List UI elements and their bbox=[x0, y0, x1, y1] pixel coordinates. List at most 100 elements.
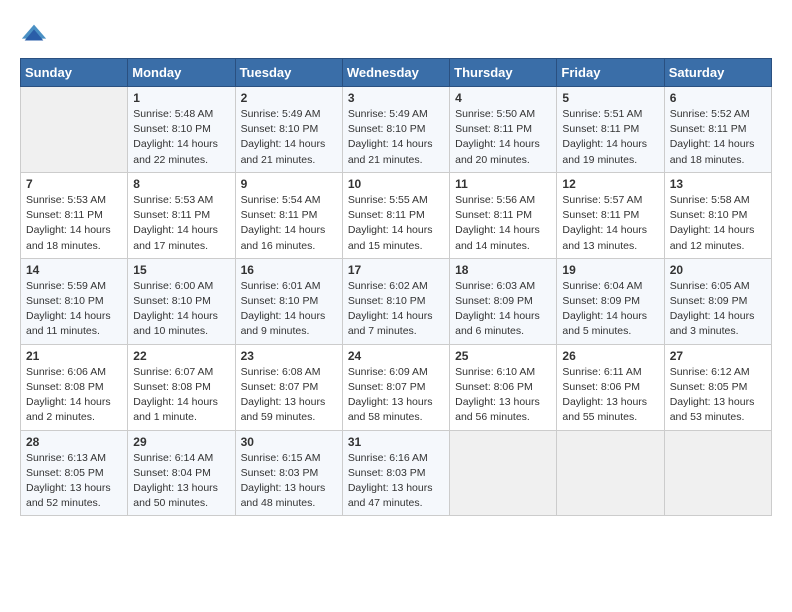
page-header bbox=[20, 20, 772, 48]
day-content: Sunrise: 6:09 AM Sunset: 8:07 PM Dayligh… bbox=[348, 365, 444, 426]
cell-w4-d6: 26 Sunrise: 6:11 AM Sunset: 8:06 PM Dayli… bbox=[557, 344, 664, 430]
day-content: Sunrise: 6:15 AM Sunset: 8:03 PM Dayligh… bbox=[241, 451, 337, 512]
day-content: Sunrise: 6:03 AM Sunset: 8:09 PM Dayligh… bbox=[455, 279, 551, 340]
day-content: Sunrise: 6:16 AM Sunset: 8:03 PM Dayligh… bbox=[348, 451, 444, 512]
day-number: 12 bbox=[562, 177, 658, 191]
header-monday: Monday bbox=[128, 59, 235, 87]
cell-w1-d1 bbox=[21, 87, 128, 173]
cell-w3-d1: 14 Sunrise: 5:59 AM Sunset: 8:10 PM Dayli… bbox=[21, 258, 128, 344]
cell-w4-d3: 23 Sunrise: 6:08 AM Sunset: 8:07 PM Dayli… bbox=[235, 344, 342, 430]
week-row-3: 14 Sunrise: 5:59 AM Sunset: 8:10 PM Dayli… bbox=[21, 258, 772, 344]
day-number: 20 bbox=[670, 263, 766, 277]
day-content: Sunrise: 6:08 AM Sunset: 8:07 PM Dayligh… bbox=[241, 365, 337, 426]
header-tuesday: Tuesday bbox=[235, 59, 342, 87]
day-content: Sunrise: 5:48 AM Sunset: 8:10 PM Dayligh… bbox=[133, 107, 229, 168]
day-number: 22 bbox=[133, 349, 229, 363]
day-number: 6 bbox=[670, 91, 766, 105]
cell-w4-d7: 27 Sunrise: 6:12 AM Sunset: 8:05 PM Dayli… bbox=[664, 344, 771, 430]
day-number: 18 bbox=[455, 263, 551, 277]
day-number: 1 bbox=[133, 91, 229, 105]
day-content: Sunrise: 5:56 AM Sunset: 8:11 PM Dayligh… bbox=[455, 193, 551, 254]
day-number: 4 bbox=[455, 91, 551, 105]
calendar-table: SundayMondayTuesdayWednesdayThursdayFrid… bbox=[20, 58, 772, 516]
day-content: Sunrise: 5:57 AM Sunset: 8:11 PM Dayligh… bbox=[562, 193, 658, 254]
calendar-body: 1 Sunrise: 5:48 AM Sunset: 8:10 PM Daylig… bbox=[21, 87, 772, 516]
day-number: 13 bbox=[670, 177, 766, 191]
day-number: 23 bbox=[241, 349, 337, 363]
day-number: 27 bbox=[670, 349, 766, 363]
cell-w3-d7: 20 Sunrise: 6:05 AM Sunset: 8:09 PM Dayli… bbox=[664, 258, 771, 344]
day-content: Sunrise: 6:12 AM Sunset: 8:05 PM Dayligh… bbox=[670, 365, 766, 426]
day-content: Sunrise: 6:13 AM Sunset: 8:05 PM Dayligh… bbox=[26, 451, 122, 512]
day-content: Sunrise: 6:01 AM Sunset: 8:10 PM Dayligh… bbox=[241, 279, 337, 340]
logo-icon bbox=[20, 20, 48, 48]
cell-w2-d5: 11Sunrise: 5:56 AM Sunset: 8:11 PM Dayli… bbox=[450, 172, 557, 258]
day-number: 15 bbox=[133, 263, 229, 277]
day-content: Sunrise: 6:10 AM Sunset: 8:06 PM Dayligh… bbox=[455, 365, 551, 426]
day-content: Sunrise: 5:58 AM Sunset: 8:10 PM Dayligh… bbox=[670, 193, 766, 254]
header-wednesday: Wednesday bbox=[342, 59, 449, 87]
day-number: 9 bbox=[241, 177, 337, 191]
day-content: Sunrise: 6:14 AM Sunset: 8:04 PM Dayligh… bbox=[133, 451, 229, 512]
cell-w1-d4: 3Sunrise: 5:49 AM Sunset: 8:10 PM Daylig… bbox=[342, 87, 449, 173]
header-thursday: Thursday bbox=[450, 59, 557, 87]
cell-w1-d2: 1 Sunrise: 5:48 AM Sunset: 8:10 PM Daylig… bbox=[128, 87, 235, 173]
week-row-4: 21 Sunrise: 6:06 AM Sunset: 8:08 PM Dayli… bbox=[21, 344, 772, 430]
week-row-2: 7Sunrise: 5:53 AM Sunset: 8:11 PM Daylig… bbox=[21, 172, 772, 258]
week-row-1: 1 Sunrise: 5:48 AM Sunset: 8:10 PM Daylig… bbox=[21, 87, 772, 173]
day-number: 8 bbox=[133, 177, 229, 191]
cell-w5-d2: 29Sunrise: 6:14 AM Sunset: 8:04 PM Dayli… bbox=[128, 430, 235, 516]
day-number: 28 bbox=[26, 435, 122, 449]
day-number: 5 bbox=[562, 91, 658, 105]
day-content: Sunrise: 5:55 AM Sunset: 8:11 PM Dayligh… bbox=[348, 193, 444, 254]
cell-w3-d2: 15 Sunrise: 6:00 AM Sunset: 8:10 PM Dayli… bbox=[128, 258, 235, 344]
day-content: Sunrise: 5:49 AM Sunset: 8:10 PM Dayligh… bbox=[241, 107, 337, 168]
cell-w2-d2: 8 Sunrise: 5:53 AM Sunset: 8:11 PM Daylig… bbox=[128, 172, 235, 258]
day-content: Sunrise: 5:49 AM Sunset: 8:10 PM Dayligh… bbox=[348, 107, 444, 168]
header-saturday: Saturday bbox=[664, 59, 771, 87]
cell-w1-d7: 6 Sunrise: 5:52 AM Sunset: 8:11 PM Daylig… bbox=[664, 87, 771, 173]
day-content: Sunrise: 6:05 AM Sunset: 8:09 PM Dayligh… bbox=[670, 279, 766, 340]
cell-w4-d5: 25 Sunrise: 6:10 AM Sunset: 8:06 PM Dayli… bbox=[450, 344, 557, 430]
day-number: 21 bbox=[26, 349, 122, 363]
day-number: 14 bbox=[26, 263, 122, 277]
cell-w2-d3: 9 Sunrise: 5:54 AM Sunset: 8:11 PM Daylig… bbox=[235, 172, 342, 258]
cell-w5-d4: 31 Sunrise: 6:16 AM Sunset: 8:03 PM Dayli… bbox=[342, 430, 449, 516]
day-content: Sunrise: 6:07 AM Sunset: 8:08 PM Dayligh… bbox=[133, 365, 229, 426]
cell-w5-d3: 30Sunrise: 6:15 AM Sunset: 8:03 PM Dayli… bbox=[235, 430, 342, 516]
cell-w5-d1: 28 Sunrise: 6:13 AM Sunset: 8:05 PM Dayli… bbox=[21, 430, 128, 516]
header-friday: Friday bbox=[557, 59, 664, 87]
day-number: 31 bbox=[348, 435, 444, 449]
day-number: 24 bbox=[348, 349, 444, 363]
day-content: Sunrise: 5:54 AM Sunset: 8:11 PM Dayligh… bbox=[241, 193, 337, 254]
calendar-header: SundayMondayTuesdayWednesdayThursdayFrid… bbox=[21, 59, 772, 87]
day-content: Sunrise: 5:51 AM Sunset: 8:11 PM Dayligh… bbox=[562, 107, 658, 168]
cell-w3-d4: 17Sunrise: 6:02 AM Sunset: 8:10 PM Dayli… bbox=[342, 258, 449, 344]
cell-w1-d3: 2 Sunrise: 5:49 AM Sunset: 8:10 PM Daylig… bbox=[235, 87, 342, 173]
cell-w2-d4: 10Sunrise: 5:55 AM Sunset: 8:11 PM Dayli… bbox=[342, 172, 449, 258]
day-content: Sunrise: 5:50 AM Sunset: 8:11 PM Dayligh… bbox=[455, 107, 551, 168]
day-number: 26 bbox=[562, 349, 658, 363]
day-number: 16 bbox=[241, 263, 337, 277]
day-content: Sunrise: 5:59 AM Sunset: 8:10 PM Dayligh… bbox=[26, 279, 122, 340]
cell-w2-d6: 12 Sunrise: 5:57 AM Sunset: 8:11 PM Dayli… bbox=[557, 172, 664, 258]
header-sunday: Sunday bbox=[21, 59, 128, 87]
day-number: 25 bbox=[455, 349, 551, 363]
day-content: Sunrise: 5:53 AM Sunset: 8:11 PM Dayligh… bbox=[133, 193, 229, 254]
day-number: 2 bbox=[241, 91, 337, 105]
cell-w5-d6 bbox=[557, 430, 664, 516]
day-content: Sunrise: 6:06 AM Sunset: 8:08 PM Dayligh… bbox=[26, 365, 122, 426]
cell-w3-d3: 16 Sunrise: 6:01 AM Sunset: 8:10 PM Dayli… bbox=[235, 258, 342, 344]
cell-w3-d5: 18 Sunrise: 6:03 AM Sunset: 8:09 PM Dayli… bbox=[450, 258, 557, 344]
day-content: Sunrise: 6:00 AM Sunset: 8:10 PM Dayligh… bbox=[133, 279, 229, 340]
week-row-5: 28 Sunrise: 6:13 AM Sunset: 8:05 PM Dayli… bbox=[21, 430, 772, 516]
cell-w4-d4: 24 Sunrise: 6:09 AM Sunset: 8:07 PM Dayli… bbox=[342, 344, 449, 430]
cell-w4-d2: 22 Sunrise: 6:07 AM Sunset: 8:08 PM Dayli… bbox=[128, 344, 235, 430]
day-content: Sunrise: 6:11 AM Sunset: 8:06 PM Dayligh… bbox=[562, 365, 658, 426]
day-content: Sunrise: 5:52 AM Sunset: 8:11 PM Dayligh… bbox=[670, 107, 766, 168]
cell-w5-d7 bbox=[664, 430, 771, 516]
cell-w1-d6: 5 Sunrise: 5:51 AM Sunset: 8:11 PM Daylig… bbox=[557, 87, 664, 173]
day-content: Sunrise: 6:04 AM Sunset: 8:09 PM Dayligh… bbox=[562, 279, 658, 340]
day-number: 19 bbox=[562, 263, 658, 277]
cell-w2-d7: 13 Sunrise: 5:58 AM Sunset: 8:10 PM Dayli… bbox=[664, 172, 771, 258]
